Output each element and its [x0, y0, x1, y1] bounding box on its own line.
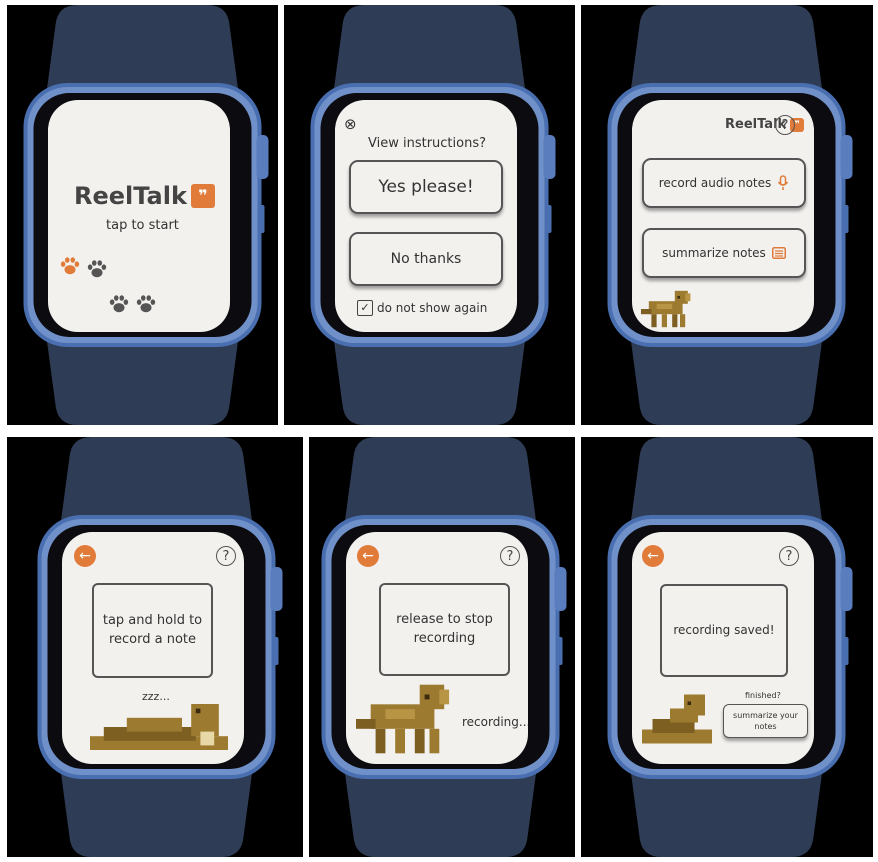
cat-sprite — [86, 704, 232, 750]
summarize-label: summarize notes — [662, 246, 766, 260]
yes-please-button[interactable]: Yes please! — [349, 160, 503, 214]
paw-icon — [59, 255, 81, 277]
back-arrow-glyph: ← — [79, 548, 91, 564]
no-thanks-button[interactable]: No thanks — [349, 232, 503, 286]
cat-sprite — [642, 694, 712, 744]
finished-question-text: finished? — [745, 691, 781, 700]
back-arrow-icon[interactable]: ← — [642, 545, 664, 567]
close-circle-icon[interactable]: ⊗ — [344, 115, 357, 133]
tap-to-start-text: tap to start — [106, 218, 179, 233]
sleeping-status-text: zzz... — [142, 690, 170, 703]
screen-panel-1: ReelTalk ❞ tap to start — [7, 5, 278, 425]
summarize-your-notes-button[interactable]: summarize your notes — [723, 704, 808, 738]
paw-icon — [108, 293, 130, 315]
help-icon[interactable]: ? — [216, 546, 236, 566]
back-arrow-icon[interactable]: ← — [74, 545, 96, 567]
paw-icon — [86, 258, 108, 280]
help-icon[interactable]: ? — [500, 546, 520, 566]
checkbox-icon[interactable]: ✓ — [357, 300, 373, 316]
microphone-icon — [778, 175, 789, 190]
record-label: record audio notes — [658, 176, 772, 190]
screen-panel-3: ReelTalk ❞ ? record audio notes summariz… — [581, 5, 873, 425]
screen-panel-6: ← ? recording saved! finished? summarize… — [581, 437, 873, 857]
summarize-notes-button[interactable]: summarize notes — [642, 228, 806, 278]
back-arrow-glyph: ← — [362, 548, 374, 564]
watch-screen[interactable]: ReelTalk ❞ tap to start — [48, 100, 230, 332]
app-logo: ReelTalk ❞ — [74, 182, 215, 210]
cat-sprite — [641, 290, 693, 328]
back-arrow-icon[interactable]: ← — [357, 545, 379, 567]
watch-screen: ← ? release to stop recording recording.… — [346, 532, 528, 764]
screen-panel-4: ← ? tap and hold to record a note zzz... — [7, 437, 303, 857]
do-not-show-again-label[interactable]: do not show again — [377, 301, 487, 315]
watch-screen: ← ? recording saved! finished? summarize… — [632, 532, 814, 764]
help-icon[interactable]: ? — [779, 546, 799, 566]
logo-text: ReelTalk — [74, 182, 187, 210]
record-audio-notes-button[interactable]: record audio notes — [642, 158, 806, 208]
screen-panel-2: ⊗ View instructions? Yes please! No than… — [284, 5, 575, 425]
watch-screen: ⊗ View instructions? Yes please! No than… — [335, 100, 517, 332]
watch-screen: ← ? tap and hold to record a note zzz... — [62, 532, 244, 764]
record-prompt-box[interactable]: tap and hold to record a note — [92, 583, 213, 678]
recording-prompt-box[interactable]: release to stop recording — [379, 583, 510, 676]
logo-badge: ❞ — [190, 184, 215, 208]
recording-status-text: recording... — [462, 715, 528, 729]
notes-icon — [771, 247, 786, 259]
recording-saved-box: recording saved! — [660, 584, 788, 677]
screen-panel-5: ← ? release to stop recording recording.… — [309, 437, 575, 857]
help-icon[interactable]: ? — [775, 115, 795, 135]
paw-icon — [135, 293, 157, 315]
watch-screen: ReelTalk ❞ ? record audio notes summariz… — [632, 100, 814, 332]
view-instructions-prompt: View instructions? — [368, 136, 487, 151]
back-arrow-glyph: ← — [647, 548, 659, 564]
cat-sprite — [356, 684, 454, 754]
